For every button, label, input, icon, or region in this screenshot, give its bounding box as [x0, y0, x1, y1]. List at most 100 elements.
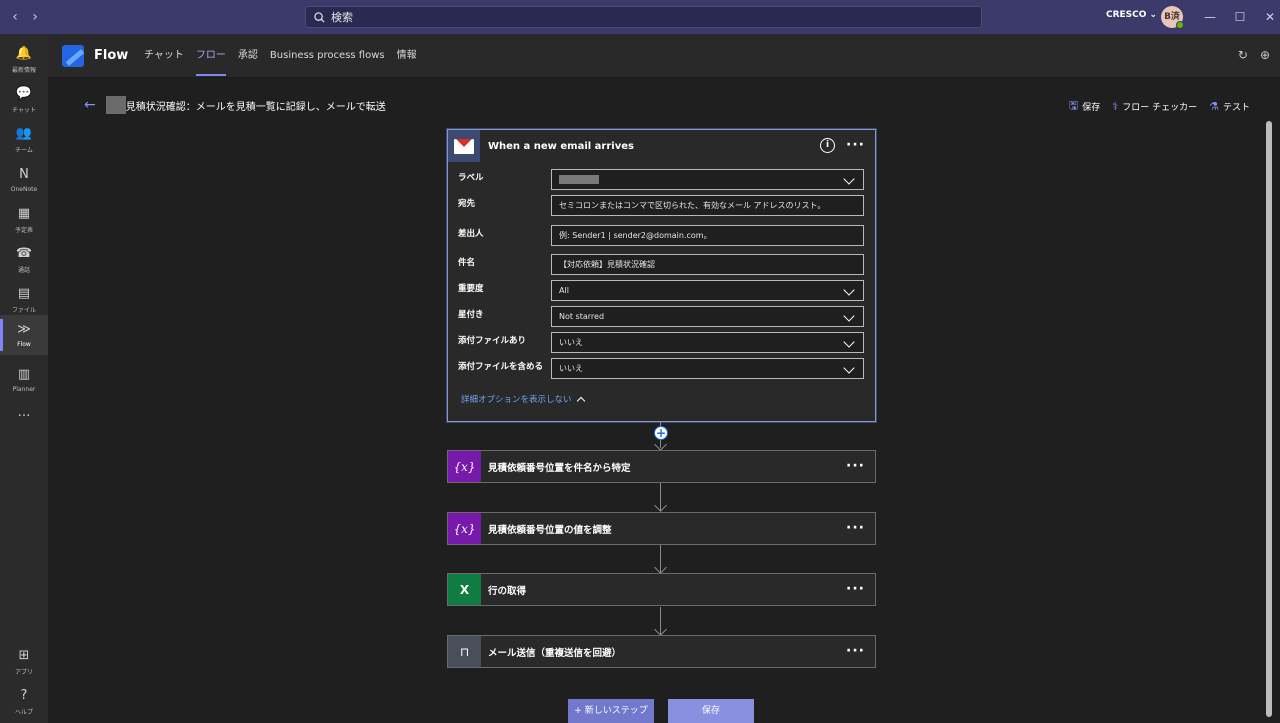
avatar[interactable]: B済: [1161, 6, 1184, 29]
starred-dropdown[interactable]: Not starred: [551, 306, 864, 327]
more-options-icon[interactable]: ···: [846, 643, 865, 659]
minimize-icon[interactable]: —: [1202, 9, 1218, 25]
step-card-find-position[interactable]: {x} 見積依頼番号位置を件名から特定 ···: [447, 450, 876, 483]
variable-icon: {x}: [448, 451, 481, 482]
field-has-attachment: 添付ファイルあり いいえ: [458, 332, 864, 354]
apps-icon: ⊞: [18, 647, 30, 663]
include-attachments-dropdown[interactable]: いいえ: [551, 358, 864, 379]
back-nav-icon[interactable]: ‹: [6, 8, 24, 26]
flow-icon: ≫: [17, 321, 31, 337]
gmail-icon: [448, 130, 480, 162]
tab-chat[interactable]: チャット: [138, 34, 190, 78]
search-placeholder: 検索: [331, 11, 353, 24]
field-to: 宛先 セミコロンまたはコンマで区切られた、有効なメール アドレスのリスト。: [458, 195, 864, 217]
from-input[interactable]: 例: Sender1 | sender2@domain.com。: [551, 225, 864, 246]
chat-icon: 💬: [15, 85, 33, 101]
chevron-down-icon: [843, 336, 855, 348]
step-card-adjust-value[interactable]: {x} 見積依頼番号位置の値を調整 ···: [447, 512, 876, 545]
maximize-icon[interactable]: ☐: [1232, 9, 1248, 25]
step-label: 見積依頼番号位置の値を調整: [488, 524, 612, 536]
planner-icon: ▥: [17, 366, 31, 382]
bell-icon: 🔔: [15, 45, 33, 61]
rail-item-flow[interactable]: ≫ Flow: [0, 315, 48, 355]
globe-icon[interactable]: ⊕: [1260, 48, 1270, 62]
chevron-down-icon: [843, 173, 855, 185]
to-input[interactable]: セミコロンまたはコンマで区切られた、有効なメール アドレスのリスト。: [551, 195, 864, 216]
importance-dropdown[interactable]: All: [551, 280, 864, 301]
subject-input[interactable]: 【対応依頼】見積状況確認: [551, 254, 864, 275]
app-header: Flow チャット フロー 承認 Business process flows …: [48, 34, 1280, 78]
advanced-options-toggle[interactable]: 詳細オプションを表示しない: [461, 393, 585, 405]
trigger-card[interactable]: When a new email arrives i ··· ラベル 宛先 セミ…: [447, 129, 876, 422]
flow-checker-button[interactable]: ⚕ フロー チェッカー: [1112, 100, 1197, 113]
save-toolbar-button[interactable]: 🖫 保存: [1069, 97, 1100, 116]
save-button[interactable]: 保存: [668, 699, 754, 723]
flow-logo-icon: [62, 45, 84, 67]
step-label: 見積依頼番号位置を件名から特定: [488, 462, 631, 474]
scrollbar-thumb[interactable]: [1266, 121, 1272, 717]
info-icon[interactable]: i: [820, 138, 835, 153]
field-from: 差出人 例: Sender1 | sender2@domain.com。: [458, 225, 864, 247]
step-label: メール送信（重複送信を回避）: [488, 647, 622, 659]
onenote-icon: N: [19, 166, 29, 182]
more-options-icon[interactable]: ···: [846, 137, 865, 153]
test-button[interactable]: ⚗ テスト: [1209, 100, 1250, 113]
breadcrumb: ← 見積状況確認：メールを見積一覧に記録し、メールで転送: [84, 96, 386, 114]
org-switcher[interactable]: CRESCO ⌄: [1106, 10, 1157, 20]
excel-icon: X: [448, 574, 481, 605]
step-card-send-mail[interactable]: ⊓ メール送信（重複送信を回避） ···: [447, 635, 876, 668]
arrow-down-icon: [654, 623, 667, 636]
back-arrow-icon[interactable]: ←: [84, 97, 96, 113]
chevron-down-icon: [843, 362, 855, 374]
flow-name: 見積状況確認：メールを見積一覧に記録し、メールで転送: [125, 101, 386, 113]
arrow-down-icon: [654, 438, 667, 451]
rail-item-onenote[interactable]: N OneNote: [0, 160, 48, 200]
rail-item-help[interactable]: ? ヘルプ: [0, 682, 48, 722]
teams-icon: 👥: [15, 125, 33, 141]
more-options-icon[interactable]: ···: [846, 581, 865, 597]
rail-item-calls[interactable]: ☎ 通話: [0, 240, 48, 280]
rail-item-activity[interactable]: 🔔 最新情報: [0, 40, 48, 80]
flask-icon: ⚗: [1209, 100, 1219, 113]
arrow-down-icon: [654, 499, 667, 512]
variable-icon: {x}: [448, 513, 481, 544]
search-input[interactable]: 検索: [305, 6, 982, 28]
tab-business-process-flows[interactable]: Business process flows: [264, 34, 391, 78]
redacted-value: [559, 175, 599, 184]
trigger-header[interactable]: When a new email arrives i ···: [448, 130, 875, 162]
title-bar: ‹ › 検索 CRESCO ⌄ B済 — ☐ ✕: [0, 0, 1280, 34]
canvas-scrollbar[interactable]: [1265, 117, 1273, 723]
file-icon: ▤: [17, 285, 31, 301]
rail-item-calendar[interactable]: ▦ 予定表: [0, 200, 48, 240]
has-attachment-dropdown[interactable]: いいえ: [551, 332, 864, 353]
field-importance: 重要度 All: [458, 280, 864, 302]
more-options-icon[interactable]: ···: [846, 458, 865, 474]
app-rail: 🔔 最新情報 💬 チャット 👥 チーム N OneNote ▦ 予定表 ☎ 通話 ▤ ファイル…: [0, 34, 48, 723]
save-icon: 🖫: [1068, 99, 1079, 112]
tab-approvals[interactable]: 承認: [232, 34, 264, 78]
designer-toolbar: 🖫 保存 ⚕ フロー チェッカー ⚗ テスト: [1069, 97, 1250, 116]
chevron-up-icon: [576, 396, 585, 405]
rail-item-apps[interactable]: ⊞ アプリ: [0, 642, 48, 682]
presence-indicator: [1176, 21, 1184, 29]
field-include-attachments: 添付ファイルを含める いいえ: [458, 358, 864, 380]
app-tabs: チャット フロー 承認 Business process flows 情報: [138, 34, 423, 78]
calendar-icon: ▦: [17, 205, 31, 221]
more-apps-button[interactable]: …: [0, 394, 48, 434]
app-title: Flow: [94, 48, 129, 63]
more-options-icon[interactable]: ···: [846, 520, 865, 536]
forward-nav-icon[interactable]: ›: [26, 8, 44, 26]
stethoscope-icon: ⚕: [1112, 100, 1119, 113]
new-step-button[interactable]: + 新しいステップ: [568, 699, 654, 723]
step-card-get-rows[interactable]: X 行の取得 ···: [447, 573, 876, 606]
refresh-icon[interactable]: ↻: [1238, 48, 1248, 62]
tab-about[interactable]: 情報: [391, 34, 423, 78]
label-dropdown[interactable]: [551, 169, 864, 190]
rail-item-files[interactable]: ▤ ファイル: [0, 280, 48, 320]
rail-item-chat[interactable]: 💬 チャット: [0, 80, 48, 120]
rail-item-teams[interactable]: 👥 チーム: [0, 120, 48, 160]
tab-flows[interactable]: フロー: [190, 34, 232, 78]
chevron-down-icon: [843, 310, 855, 322]
chevron-down-icon: [843, 284, 855, 296]
close-icon[interactable]: ✕: [1262, 9, 1278, 25]
